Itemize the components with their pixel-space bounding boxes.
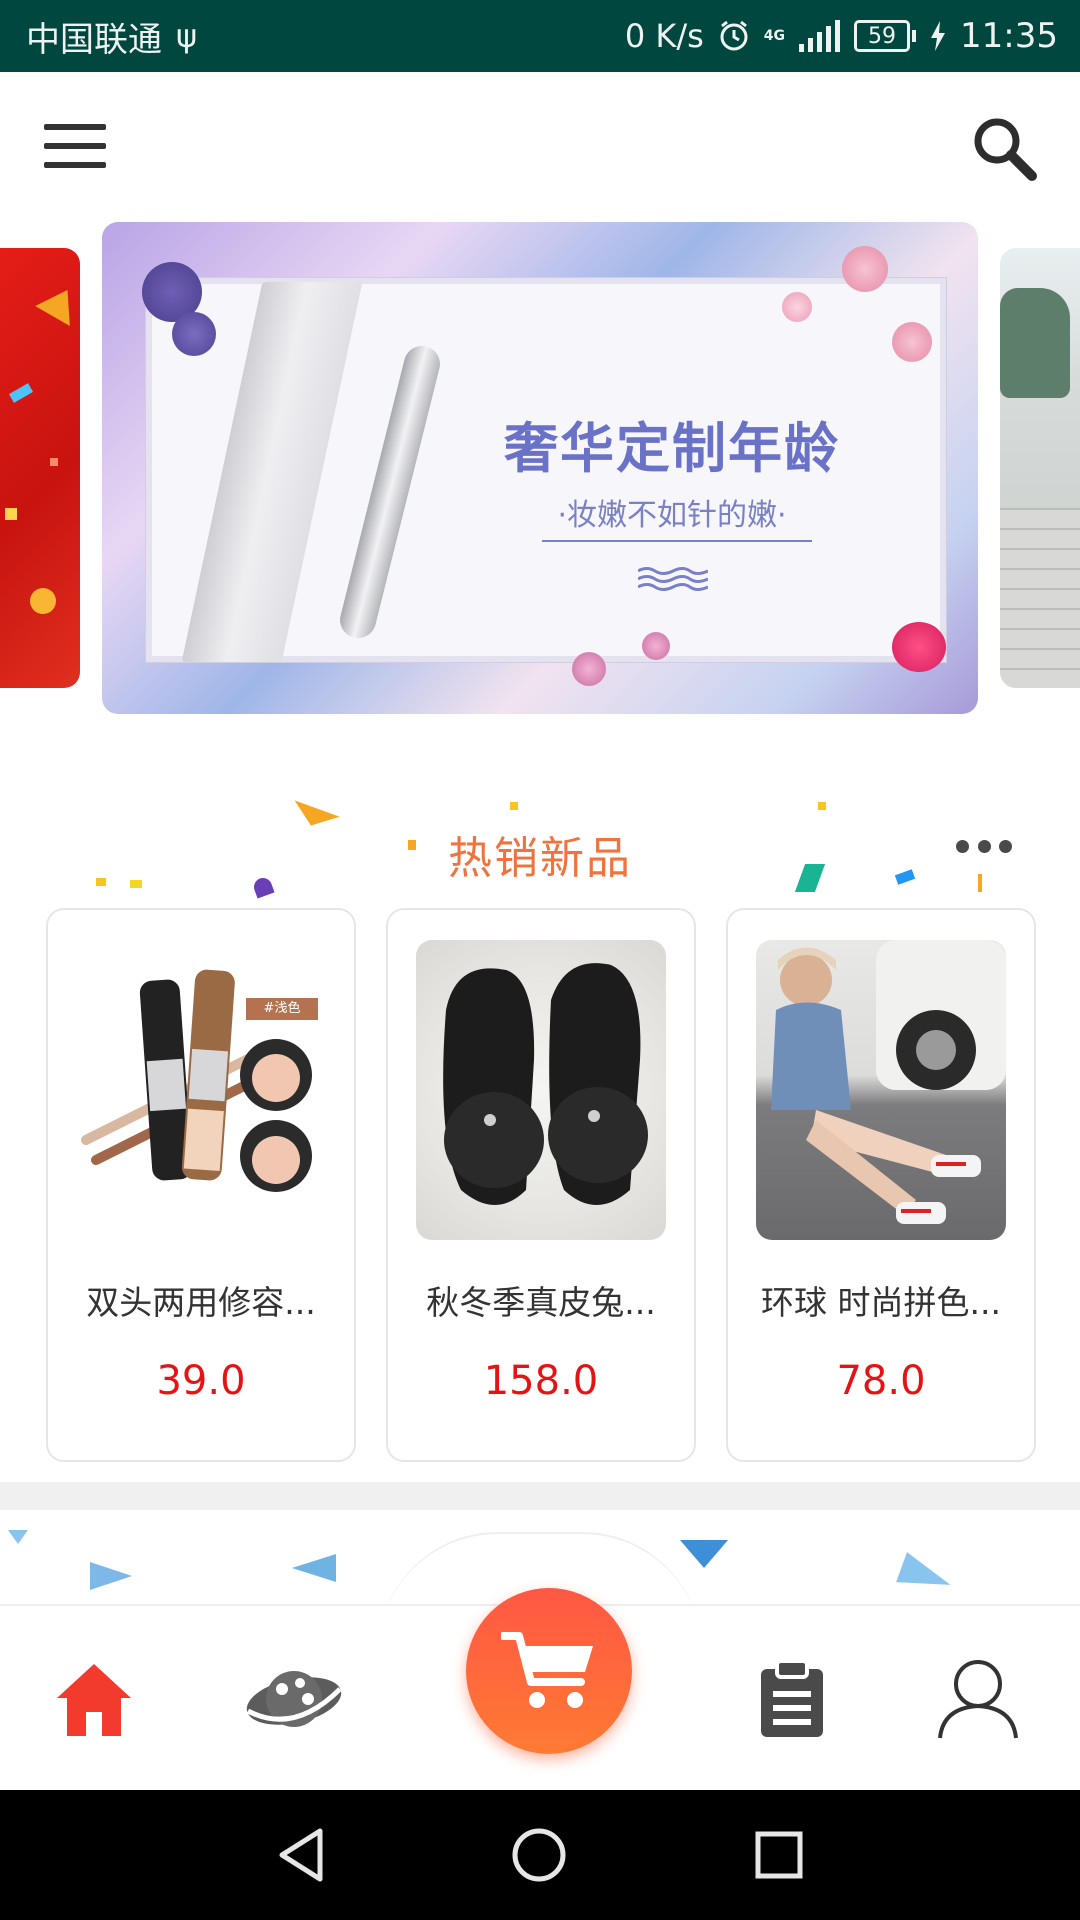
clock: 11:35 xyxy=(960,16,1058,56)
banner-next[interactable] xyxy=(1000,248,1080,688)
carrier-label: 中国联通 xyxy=(26,19,162,60)
shade-tag: #浅色 xyxy=(263,1001,301,1016)
blossom-flower xyxy=(782,292,812,322)
home-circle-icon[interactable] xyxy=(504,1820,574,1890)
banner-carousel[interactable]: 奢华定制年龄 ·妆嫩不如针的嫩· xyxy=(0,220,1080,720)
more-dots-icon[interactable] xyxy=(956,840,1012,856)
hamburger-menu-icon[interactable] xyxy=(44,124,106,168)
search-icon[interactable] xyxy=(970,114,1040,184)
user-icon xyxy=(938,1660,1018,1739)
network-type: 4G xyxy=(763,28,786,44)
nav-orders[interactable] xyxy=(732,1606,852,1792)
banner-subtitle: ·妆嫩不如针的嫩· xyxy=(557,498,787,533)
nav-cart-button[interactable] xyxy=(466,1588,632,1754)
back-icon[interactable] xyxy=(266,1820,336,1890)
confetti-decoration xyxy=(292,1554,336,1582)
blossom-flower xyxy=(642,632,670,660)
status-bar: 中国联通 ψ 0 K/s 4G 59 11:35 xyxy=(0,0,1080,72)
product-image xyxy=(756,940,1006,1240)
carnation-flower xyxy=(892,622,946,672)
section-title: 热销新品 xyxy=(448,833,632,884)
confetti-decoration xyxy=(251,875,275,899)
banner-divider xyxy=(542,540,812,542)
nav-home[interactable] xyxy=(34,1606,154,1792)
product-price: 39.0 xyxy=(156,1358,246,1404)
lavender-flower xyxy=(172,312,216,356)
confetti-decoration xyxy=(794,864,826,892)
product-name: 环球 时尚拼色... xyxy=(761,1283,1001,1322)
product-name: 秋冬季真皮兔... xyxy=(426,1283,656,1322)
confetti-decoration xyxy=(510,802,518,810)
product-image: #浅色 xyxy=(76,940,326,1240)
nav-profile[interactable] xyxy=(918,1606,1038,1792)
hot-section-header: 热销新品 xyxy=(0,800,1080,899)
wave-icon xyxy=(638,567,708,591)
confetti-decoration xyxy=(978,874,982,892)
confetti-decoration xyxy=(8,1530,28,1544)
product-card[interactable]: 环球 时尚拼色... 78.0 xyxy=(726,908,1036,1462)
banner-previous[interactable] xyxy=(0,248,80,688)
product-list: #浅色 双头两用修容... 39.0 秋冬季真皮兔... 158.0 环球 时尚… xyxy=(0,908,1080,1464)
signal-icon xyxy=(799,20,841,52)
confetti-decoration xyxy=(288,800,340,834)
battery-icon: 59 xyxy=(854,20,917,52)
app-screen: 中国联通 ψ 0 K/s 4G 59 11:35 奢华定制年龄 ·妆嫩不如针的嫩… xyxy=(0,0,1080,1920)
confetti-decoration xyxy=(896,1552,956,1600)
cart-icon xyxy=(501,1632,593,1708)
network-speed: 0 K/s xyxy=(624,17,704,55)
confetti-decoration xyxy=(90,1562,132,1590)
nav-discover[interactable] xyxy=(234,1606,354,1792)
confetti-decoration xyxy=(130,880,142,888)
planet-icon xyxy=(246,1671,342,1727)
blossom-flower xyxy=(842,246,888,292)
confetti-decoration xyxy=(96,878,106,886)
product-price: 78.0 xyxy=(836,1358,926,1404)
recents-icon[interactable] xyxy=(744,1820,814,1890)
product-name: 双头两用修容... xyxy=(86,1283,316,1322)
product-card[interactable]: 秋冬季真皮兔... 158.0 xyxy=(386,908,696,1462)
blossom-flower xyxy=(892,322,932,362)
battery-level: 59 xyxy=(854,20,911,52)
usb-icon: ψ xyxy=(176,17,198,55)
banner-title: 奢华定制年龄 xyxy=(504,417,840,480)
product-image xyxy=(416,940,666,1240)
home-icon xyxy=(57,1664,131,1736)
product-card[interactable]: #浅色 双头两用修容... 39.0 xyxy=(46,908,356,1462)
alarm-icon xyxy=(720,20,748,51)
clipboard-icon xyxy=(761,1659,823,1737)
product-price: 158.0 xyxy=(483,1358,599,1404)
system-navigation-bar xyxy=(0,1790,1080,1920)
confetti-decoration xyxy=(894,869,916,885)
confetti-decoration xyxy=(818,802,826,810)
banner-slide[interactable]: 奢华定制年龄 ·妆嫩不如针的嫩· xyxy=(102,222,978,714)
app-bar xyxy=(0,72,1080,220)
section-divider xyxy=(0,1482,1080,1510)
blossom-flower xyxy=(572,652,606,686)
charging-icon xyxy=(931,21,946,51)
